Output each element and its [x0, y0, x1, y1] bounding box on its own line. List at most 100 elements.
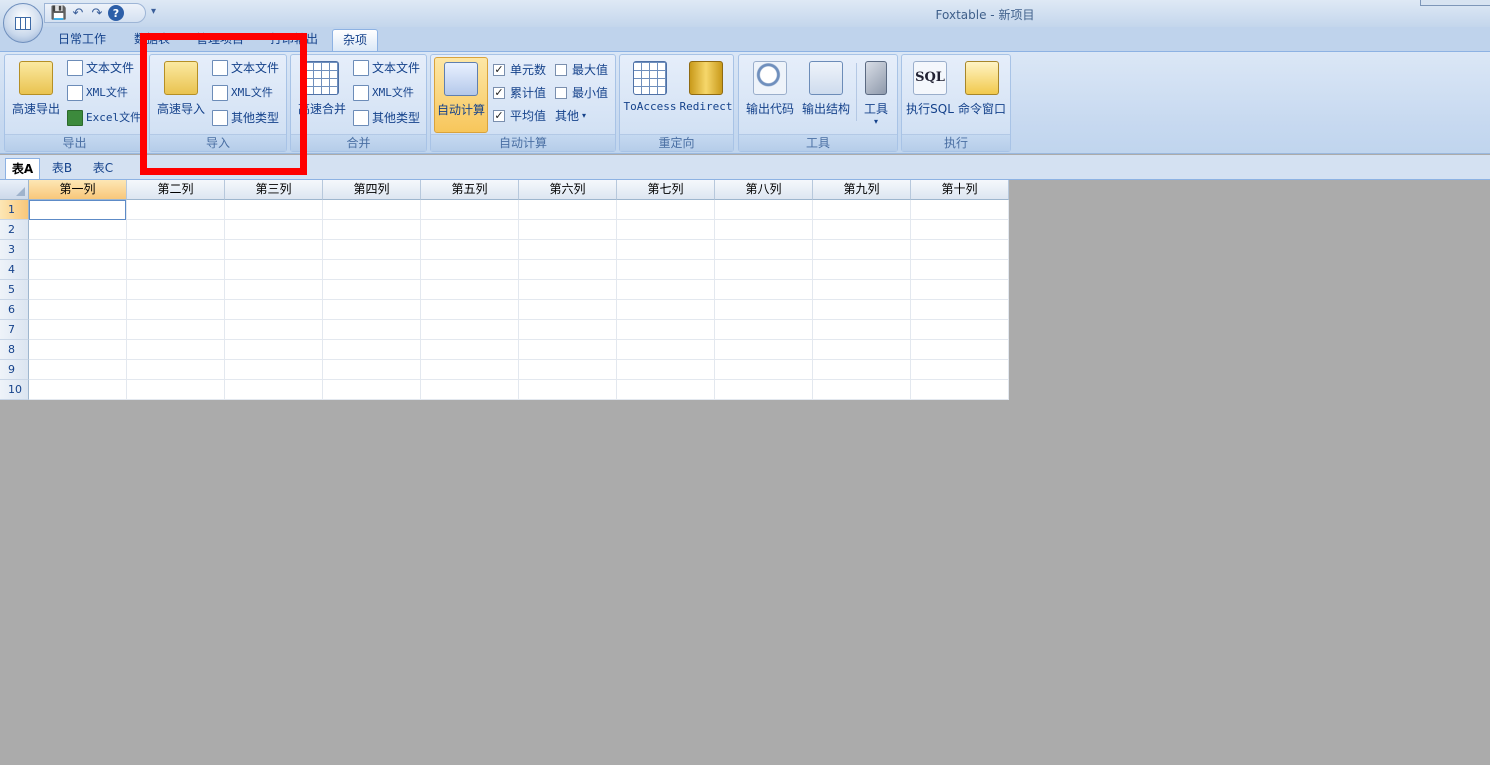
column-header[interactable]: 第六列: [519, 180, 617, 200]
grid-cell[interactable]: [715, 300, 813, 320]
grid-cell[interactable]: [421, 340, 519, 360]
column-header[interactable]: 第四列: [323, 180, 421, 200]
grid-cell[interactable]: [225, 340, 323, 360]
export-xml-file-button[interactable]: XML文件: [67, 82, 128, 104]
grid-cell[interactable]: [421, 240, 519, 260]
tab-daily-work[interactable]: 日常工作: [50, 29, 114, 51]
grid-cell[interactable]: [127, 200, 225, 220]
grid-cell[interactable]: [617, 260, 715, 280]
grid-cell[interactable]: [715, 240, 813, 260]
column-header[interactable]: 第一列: [29, 180, 127, 200]
row-header[interactable]: 7: [0, 320, 29, 340]
grid-cell[interactable]: [911, 240, 1009, 260]
import-other-type-button[interactable]: 其他类型: [212, 107, 279, 129]
grid-cell[interactable]: [29, 340, 127, 360]
import-xml-file-button[interactable]: XML文件: [212, 82, 273, 104]
grid-cell[interactable]: [519, 240, 617, 260]
grid-cell[interactable]: [813, 340, 911, 360]
window-controls[interactable]: [1420, 0, 1490, 6]
grid-cell[interactable]: [715, 360, 813, 380]
row-header[interactable]: 4: [0, 260, 29, 280]
tab-misc[interactable]: 杂项: [332, 29, 378, 51]
grid-cell[interactable]: [127, 340, 225, 360]
grid-cell[interactable]: [617, 200, 715, 220]
row-header[interactable]: 2: [0, 220, 29, 240]
row-header[interactable]: 10: [0, 380, 29, 400]
grid-cell[interactable]: [127, 280, 225, 300]
execute-sql-button[interactable]: SQL 执行SQL: [905, 57, 955, 129]
autocalc-button[interactable]: 自动计算: [434, 57, 488, 133]
grid-cell[interactable]: [715, 220, 813, 240]
checkbox-cumulative[interactable]: ✓ 累计值: [493, 82, 546, 104]
checkbox-min[interactable]: 最小值: [555, 82, 608, 104]
grid-cell[interactable]: [323, 200, 421, 220]
grid-cell[interactable]: [421, 220, 519, 240]
column-header[interactable]: 第三列: [225, 180, 323, 200]
grid-cell[interactable]: [911, 380, 1009, 400]
grid-cell[interactable]: [617, 340, 715, 360]
redirect-button[interactable]: Redirect: [679, 57, 733, 129]
grid-cell[interactable]: [911, 340, 1009, 360]
checkbox-max[interactable]: 最大值: [555, 59, 608, 81]
grid-cell[interactable]: [911, 300, 1009, 320]
command-window-button[interactable]: 命令窗口: [955, 57, 1009, 129]
grid-cell[interactable]: [127, 220, 225, 240]
other-dropdown[interactable]: 其他 ▾: [555, 105, 586, 127]
grid-cell[interactable]: [715, 380, 813, 400]
grid-cell[interactable]: [127, 380, 225, 400]
row-header[interactable]: 1: [0, 200, 29, 220]
grid-cell[interactable]: [911, 260, 1009, 280]
grid-cell[interactable]: [813, 280, 911, 300]
grid-cell[interactable]: [29, 360, 127, 380]
grid-cell[interactable]: [813, 200, 911, 220]
tab-datatable[interactable]: 数据表: [124, 29, 180, 51]
grid-cell[interactable]: [323, 220, 421, 240]
fast-merge-button[interactable]: 高速合并: [294, 57, 350, 129]
grid-cell[interactable]: [715, 260, 813, 280]
grid-cell[interactable]: [323, 300, 421, 320]
row-header[interactable]: 8: [0, 340, 29, 360]
grid-cell[interactable]: [323, 360, 421, 380]
grid-cell[interactable]: [323, 320, 421, 340]
fast-import-button[interactable]: 高速导入: [153, 57, 209, 129]
grid-cell[interactable]: [127, 260, 225, 280]
grid-cell[interactable]: [225, 220, 323, 240]
grid-cell[interactable]: [617, 320, 715, 340]
grid-cell[interactable]: [127, 300, 225, 320]
sheet-tab-c[interactable]: 表C: [85, 158, 121, 179]
grid-cell[interactable]: [617, 300, 715, 320]
grid-cell[interactable]: [911, 220, 1009, 240]
column-header[interactable]: 第九列: [813, 180, 911, 200]
grid-cell[interactable]: [29, 380, 127, 400]
grid-cell[interactable]: [519, 300, 617, 320]
grid-cell[interactable]: [617, 220, 715, 240]
column-header[interactable]: 第二列: [127, 180, 225, 200]
grid-cell[interactable]: [127, 240, 225, 260]
column-header[interactable]: 第五列: [421, 180, 519, 200]
grid-cell[interactable]: [225, 360, 323, 380]
grid-cell[interactable]: [421, 380, 519, 400]
export-structure-button[interactable]: 输出结构: [798, 57, 854, 129]
grid-cell[interactable]: [813, 260, 911, 280]
merge-text-file-button[interactable]: 文本文件: [353, 57, 420, 79]
column-header[interactable]: 第七列: [617, 180, 715, 200]
grid-cell[interactable]: [29, 220, 127, 240]
tab-print-output[interactable]: 打印输出: [262, 29, 326, 51]
grid-cell[interactable]: [519, 360, 617, 380]
grid-cell[interactable]: [519, 320, 617, 340]
grid-cell[interactable]: [617, 380, 715, 400]
grid-cell[interactable]: [323, 240, 421, 260]
grid-cell[interactable]: [715, 320, 813, 340]
grid-cell[interactable]: [715, 340, 813, 360]
grid-cell[interactable]: [127, 320, 225, 340]
row-header[interactable]: 5: [0, 280, 29, 300]
grid-cell[interactable]: [519, 260, 617, 280]
grid-cell[interactable]: [519, 280, 617, 300]
grid-cell[interactable]: [323, 340, 421, 360]
sheet-tab-b[interactable]: 表B: [44, 158, 80, 179]
grid-cell[interactable]: [715, 280, 813, 300]
grid-cell[interactable]: [225, 260, 323, 280]
select-all-corner[interactable]: [0, 180, 29, 200]
grid-cell[interactable]: [617, 240, 715, 260]
merge-xml-file-button[interactable]: XML文件: [353, 82, 414, 104]
